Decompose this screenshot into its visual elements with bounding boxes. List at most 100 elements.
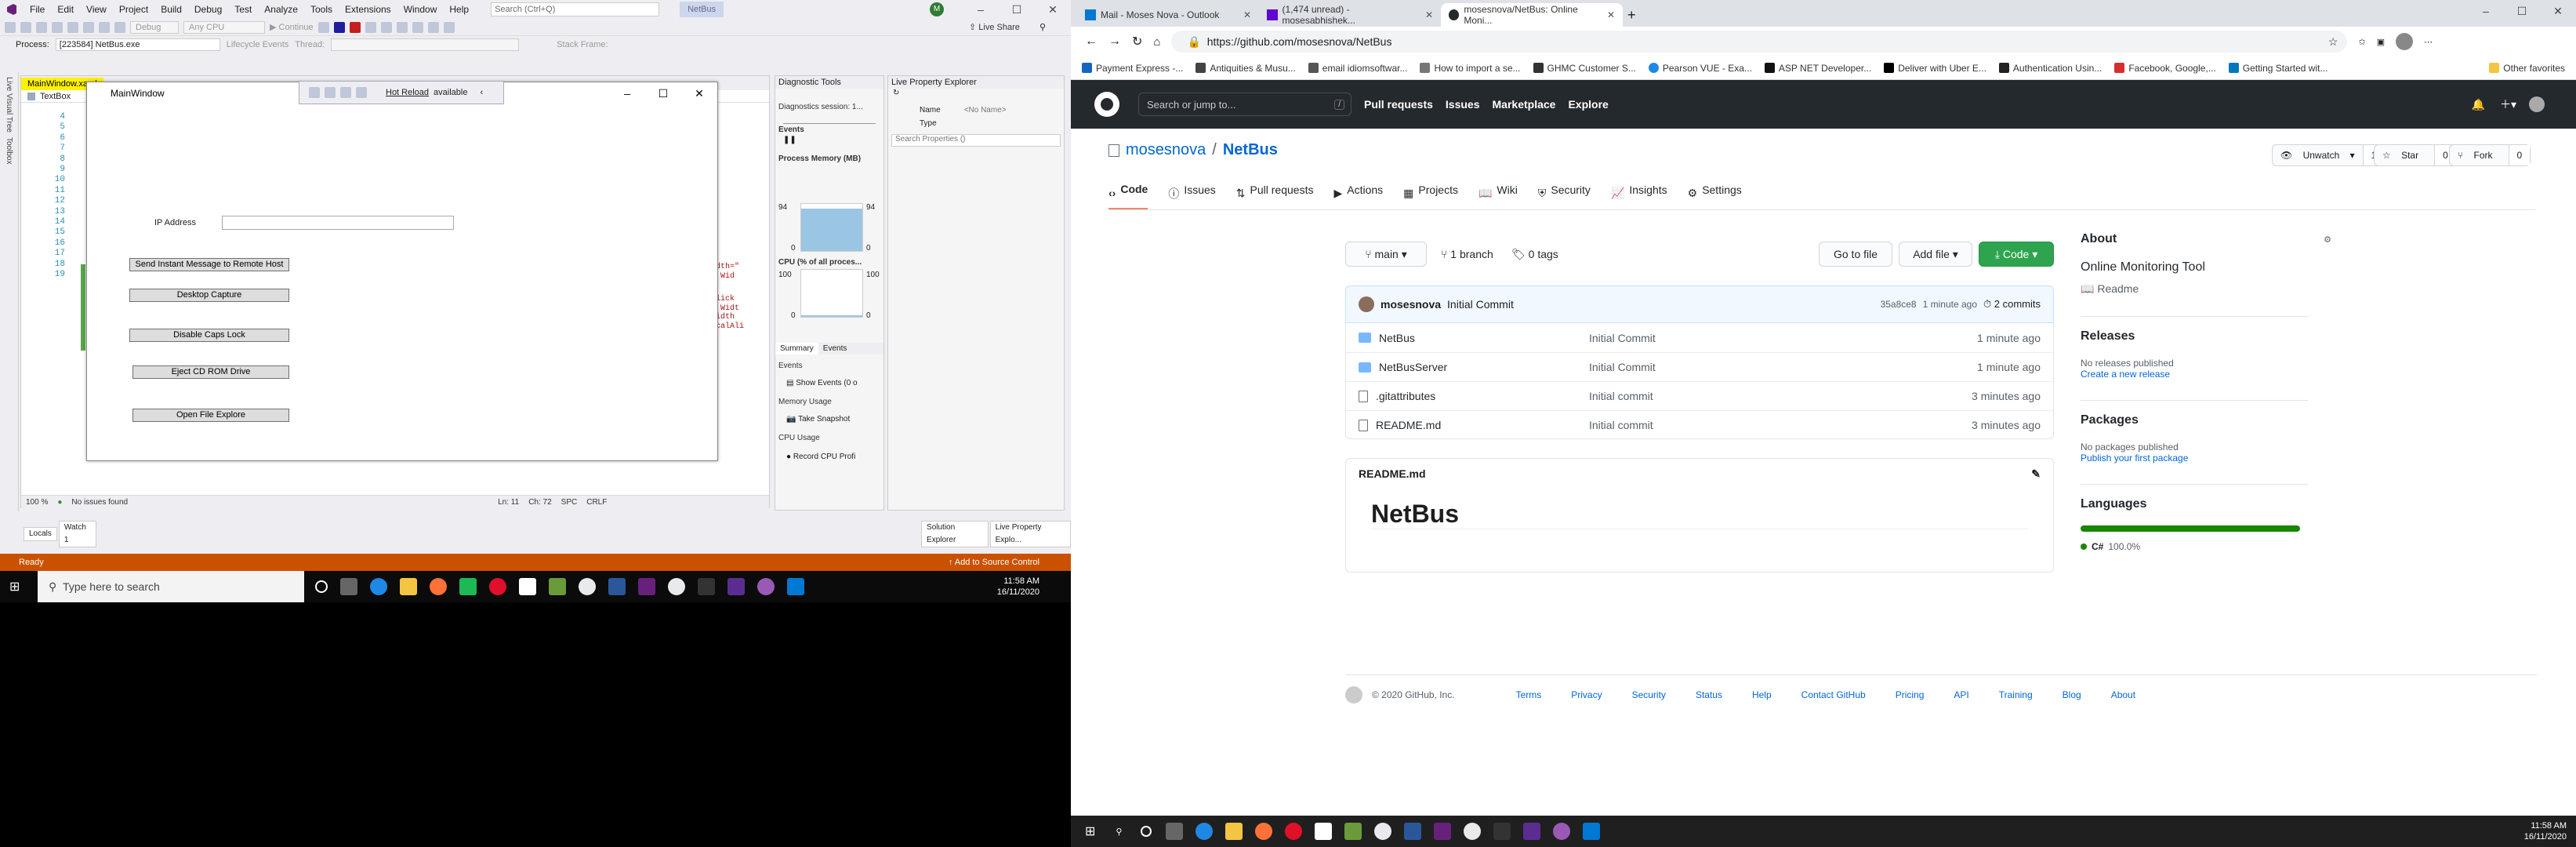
taskbar-search[interactable]: ⚲ Type here to search	[38, 571, 304, 602]
tab-solution-explorer[interactable]: Solution Explorer	[921, 521, 989, 547]
committer-name[interactable]: mosesnova	[1381, 298, 1441, 311]
add-file-button[interactable]: Add file ▾	[1899, 242, 1972, 267]
bookmark[interactable]: Payment Express -...	[1082, 63, 1183, 74]
other-favorites[interactable]: Other favorites	[2489, 63, 2565, 74]
branches-link[interactable]: ⑂ 1 branch	[1441, 248, 1493, 260]
tab-wiki[interactable]: 📖 Wiki	[1478, 184, 1518, 209]
firefox-icon[interactable]	[1255, 823, 1273, 840]
commits-link[interactable]: ⏱ 2 commits	[1983, 298, 2041, 311]
process-memory-section[interactable]: Process Memory (MB)	[775, 153, 883, 165]
footer-link[interactable]: Status	[1696, 689, 1722, 700]
tab-settings[interactable]: ⚙ Settings	[1688, 184, 1742, 209]
footer-link[interactable]: Privacy	[1571, 689, 1602, 700]
menu-window[interactable]: Window	[397, 0, 444, 19]
repo-owner-link[interactable]: mosesnova	[1126, 141, 1206, 159]
tab-outlook[interactable]: Mail - Moses Nova - Outlook ✕	[1077, 3, 1259, 27]
footer-logo-icon[interactable]	[1345, 686, 1362, 703]
menu-project[interactable]: Project	[113, 0, 154, 19]
restart-icon[interactable]	[365, 21, 376, 33]
record-cpu-button[interactable]: ● Record CPU Profi	[786, 453, 855, 461]
menu-file[interactable]: File	[24, 0, 51, 19]
more-icon[interactable]: ⋯	[2424, 37, 2433, 47]
footer-link[interactable]: Help	[1752, 689, 1772, 700]
file-name[interactable]: NetBus	[1379, 332, 1415, 344]
file-row[interactable]: .gitattributes Initial commit 3 minutes ag…	[1346, 381, 2053, 410]
search-properties-input[interactable]: Search Properties ()	[891, 134, 1061, 147]
committer-avatar[interactable]	[1359, 296, 1374, 312]
releases-heading[interactable]: Releases	[2081, 329, 2308, 344]
forward-icon[interactable]	[20, 21, 31, 33]
close-tab-icon[interactable]: ✕	[1243, 9, 1251, 20]
visual-studio-icon[interactable]	[1434, 823, 1452, 840]
menu-extensions[interactable]: Extensions	[339, 0, 397, 19]
user-avatar[interactable]	[2529, 96, 2545, 112]
fork-button[interactable]: ⑂ Fork 0	[2449, 144, 2531, 166]
add-to-source-control[interactable]: ↑ Add to Source Control	[949, 558, 1039, 567]
tab-summary[interactable]: Summary	[775, 343, 818, 354]
opera-icon[interactable]	[1285, 823, 1303, 840]
minimize-icon[interactable]: –	[963, 0, 999, 19]
bookmark[interactable]: Getting Started wit...	[2228, 63, 2327, 74]
file-name[interactable]: README.md	[1376, 419, 1441, 431]
chrome-icon[interactable]	[1374, 823, 1392, 840]
maximize-icon[interactable]: ☐	[645, 82, 681, 104]
tags-link[interactable]: 🏷 0 tags	[1511, 248, 1558, 261]
collections-icon[interactable]: ▣	[2377, 37, 2385, 47]
create-release-link[interactable]: Create a new release	[2081, 369, 2308, 380]
app-violet-icon[interactable]	[1553, 823, 1571, 840]
nav-issues[interactable]: Issues	[1446, 98, 1480, 111]
process-dropdown[interactable]: [223584] NetBus.exe	[55, 38, 220, 51]
menu-test[interactable]: Test	[228, 0, 258, 19]
new-project-icon[interactable]	[36, 21, 47, 33]
home-icon[interactable]: ⌂	[1153, 35, 1160, 49]
tab-yahoo-mail[interactable]: (1,474 unread) - mosesabhishek... ✕	[1259, 3, 1441, 27]
undo-icon[interactable]	[99, 21, 110, 33]
tab-github[interactable]: mosesnova/NetBus: Online Moni... ✕	[1441, 3, 1623, 27]
menu-debug[interactable]: Debug	[188, 0, 228, 19]
menu-build[interactable]: Build	[154, 0, 188, 19]
packages-heading[interactable]: Packages	[2081, 413, 2308, 427]
disable-caps-lock-button[interactable]: Disable Caps Lock	[129, 329, 289, 342]
footer-link[interactable]: Pricing	[1896, 689, 1925, 700]
bookmark[interactable]: Deliver with Uber E...	[1884, 63, 1986, 74]
close-icon[interactable]: ✕	[1035, 0, 1071, 19]
github-logo-icon[interactable]	[1094, 92, 1119, 117]
bookmark[interactable]: email idiomsoftwar...	[1308, 63, 1407, 74]
edit-pencil-icon[interactable]: ✎	[2031, 467, 2041, 481]
tab-watch1[interactable]: Watch 1	[58, 521, 97, 547]
footer-link[interactable]: About	[2111, 689, 2135, 700]
file-commit-msg[interactable]: Initial commit	[1589, 419, 1653, 431]
commit-hash[interactable]: 35a8ce8	[1881, 299, 1917, 310]
app-blue-active-icon[interactable]	[1583, 823, 1601, 840]
desktop-capture-button[interactable]: Desktop Capture	[129, 289, 289, 302]
comment-icon[interactable]	[443, 21, 455, 33]
step-icon[interactable]	[380, 21, 392, 33]
app-purple-icon[interactable]	[1523, 823, 1541, 840]
bookmark[interactable]: How to import a se...	[1420, 63, 1521, 74]
publish-package-link[interactable]: Publish your first package	[2081, 453, 2308, 463]
chrome-icon-2[interactable]	[1464, 823, 1482, 840]
cortana-icon[interactable]	[1141, 826, 1152, 837]
readme-link[interactable]: 📖 Readme	[2081, 282, 2308, 296]
favorites-icon[interactable]: ✩	[2358, 37, 2365, 47]
app-b-icon[interactable]	[1315, 823, 1333, 840]
search-icon[interactable]: ⚲	[1116, 827, 1122, 837]
close-icon[interactable]: ✕	[2540, 2, 2576, 20]
notifications-bell-icon[interactable]: 🔔	[2472, 98, 2485, 111]
ip-address-input[interactable]	[222, 216, 454, 230]
bookmark[interactable]: Antiquities & Musu...	[1195, 63, 1296, 74]
close-icon[interactable]: ✕	[681, 82, 717, 104]
tab-locals[interactable]: Locals	[24, 527, 57, 541]
star-button[interactable]: ☆ Star 0	[2374, 144, 2457, 166]
take-snapshot-button[interactable]: 📷 Take Snapshot	[786, 415, 850, 424]
word-icon[interactable]	[608, 578, 626, 595]
github-search-input[interactable]: Search or jump to... /	[1138, 93, 1351, 116]
tab-pull-requests[interactable]: ⇅ Pull requests	[1236, 184, 1314, 209]
live-share-button[interactable]: ⇪ Live Share	[969, 22, 1020, 32]
menu-help[interactable]: Help	[443, 0, 475, 19]
app-blue-active-icon[interactable]	[787, 578, 804, 595]
menu-view[interactable]: View	[80, 0, 113, 19]
bookmark[interactable]: GHMC Customer S...	[1533, 63, 1636, 74]
events-section[interactable]: Events	[775, 124, 883, 136]
save-all-icon[interactable]	[83, 21, 94, 33]
